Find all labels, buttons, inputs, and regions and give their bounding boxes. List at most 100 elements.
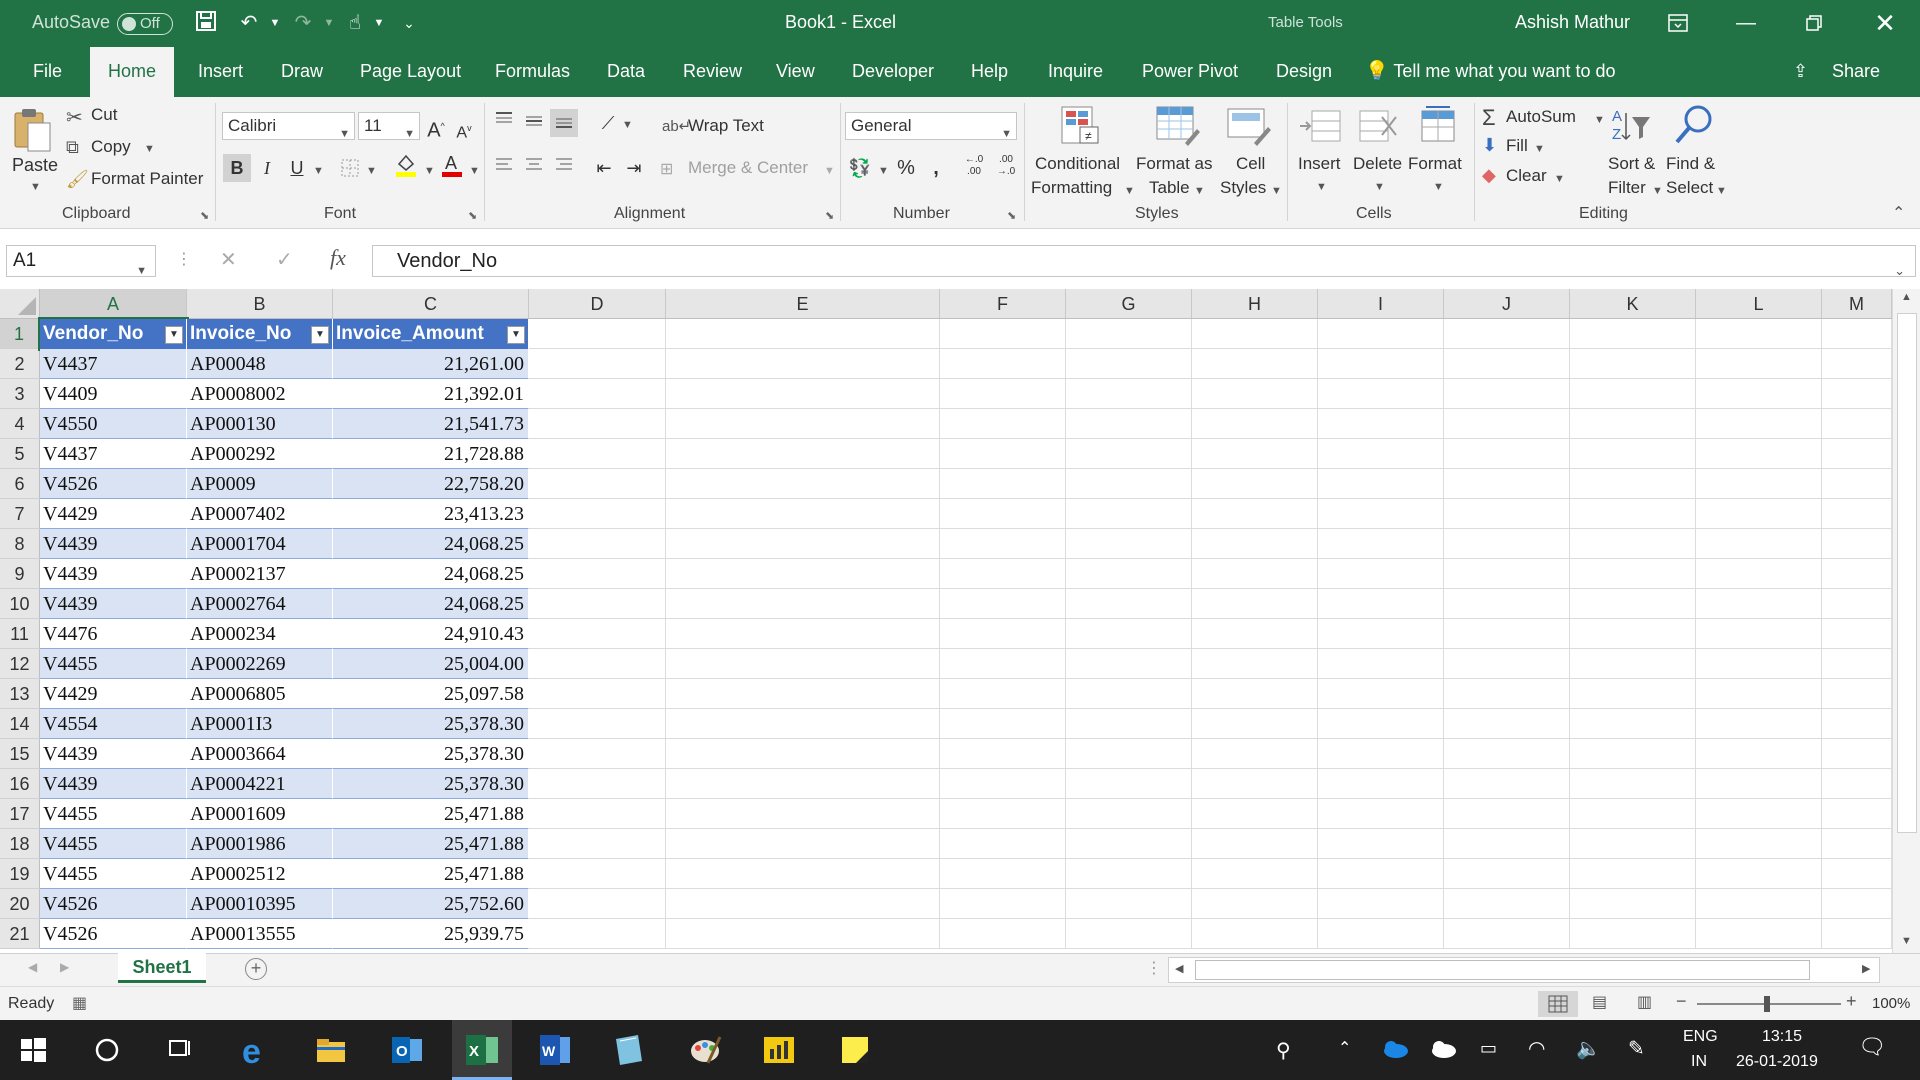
paste-dropdown-icon[interactable]: ▼ [30,181,41,193]
delete-cells-dropdown-icon[interactable]: ▼ [1374,181,1385,193]
cell-k1[interactable] [1570,319,1696,349]
column-header-h[interactable]: H [1192,289,1318,319]
insert-function-icon[interactable]: fx [330,245,346,271]
cell-e7[interactable] [666,499,940,529]
cell-styles-label-2[interactable]: Styles [1220,178,1266,198]
cell-l19[interactable] [1696,859,1822,889]
cell-k6[interactable] [1570,469,1696,499]
cell-l8[interactable] [1696,529,1822,559]
cell-l6[interactable] [1696,469,1822,499]
fill-color-dropdown-icon[interactable]: ▼ [424,165,435,177]
cell-g4[interactable] [1066,409,1192,439]
vertical-scrollbar[interactable]: ▲ ▼ [1892,289,1920,953]
cell-m20[interactable] [1822,889,1892,919]
table-cell-c12[interactable]: 25,004.00 [333,649,529,679]
table-cell-c20[interactable]: 25,752.60 [333,889,529,919]
cell-g21[interactable] [1066,919,1192,949]
table-cell-a10[interactable]: V4439 [40,589,187,619]
cell-m19[interactable] [1822,859,1892,889]
formula-input[interactable]: Vendor_No ⌄ [372,245,1916,278]
cell-i6[interactable] [1318,469,1444,499]
decrease-font-icon[interactable]: Av [450,114,478,142]
cell-i8[interactable] [1318,529,1444,559]
cell-m13[interactable] [1822,679,1892,709]
cell-m11[interactable] [1822,619,1892,649]
table-cell-c14[interactable]: 25,378.30 [333,709,529,739]
cell-f16[interactable] [940,769,1066,799]
cell-d4[interactable] [529,409,666,439]
orientation-dropdown-icon[interactable]: ▼ [622,119,633,131]
cut-button[interactable]: ✂ Cut [66,105,117,130]
row-header-10[interactable]: 10 [0,589,40,619]
cell-j21[interactable] [1444,919,1570,949]
close-icon[interactable]: ✕ [1855,0,1915,47]
number-launcher-icon[interactable]: ⬊ [1007,209,1016,222]
task-view-icon[interactable] [164,1033,200,1067]
vertical-scroll-thumb[interactable] [1897,313,1917,833]
cell-m10[interactable] [1822,589,1892,619]
cell-k3[interactable] [1570,379,1696,409]
tab-home[interactable]: Home [90,47,175,97]
table-cell-b19[interactable]: AP0002512 [187,859,333,889]
underline-icon[interactable]: U [283,154,311,182]
cell-h18[interactable] [1192,829,1318,859]
cell-e20[interactable] [666,889,940,919]
align-bottom-icon[interactable] [550,109,578,137]
cell-g5[interactable] [1066,439,1192,469]
cell-l4[interactable] [1696,409,1822,439]
minimize-icon[interactable]: — [1716,0,1776,47]
accounting-dropdown-icon[interactable]: ▼ [878,165,889,177]
underline-dropdown-icon[interactable]: ▼ [313,165,324,177]
cell-styles-label-1[interactable]: Cell [1236,154,1265,174]
cell-m16[interactable] [1822,769,1892,799]
cell-g17[interactable] [1066,799,1192,829]
row-header-16[interactable]: 16 [0,769,40,799]
horizontal-scrollbar[interactable]: ◀ ▶ [1168,957,1880,983]
sort-filter-dropdown-icon[interactable]: ▼ [1652,185,1663,197]
paste-button[interactable] [12,105,52,158]
row-header-3[interactable]: 3 [0,379,40,409]
cell-f20[interactable] [940,889,1066,919]
cell-j15[interactable] [1444,739,1570,769]
table-cell-c4[interactable]: 21,541.73 [333,409,529,439]
sort-filter-icon[interactable]: AZ [1610,105,1654,152]
power-bi-icon[interactable] [762,1033,798,1067]
table-cell-b18[interactable]: AP0001986 [187,829,333,859]
cell-styles-dropdown-icon[interactable]: ▼ [1271,185,1282,197]
cell-g10[interactable] [1066,589,1192,619]
share-button[interactable]: ⇪ Share [1793,47,1880,97]
table-cell-a18[interactable]: V4455 [40,829,187,859]
cell-g16[interactable] [1066,769,1192,799]
cell-i20[interactable] [1318,889,1444,919]
cell-h17[interactable] [1192,799,1318,829]
cell-d10[interactable] [529,589,666,619]
cell-f17[interactable] [940,799,1066,829]
save-icon[interactable] [193,10,219,36]
cell-g12[interactable] [1066,649,1192,679]
cell-k4[interactable] [1570,409,1696,439]
borders-dropdown-icon[interactable]: ▼ [366,165,377,177]
table-cell-b8[interactable]: AP0001704 [187,529,333,559]
cell-k7[interactable] [1570,499,1696,529]
find-select-label-2[interactable]: Select [1666,178,1713,198]
row-header-12[interactable]: 12 [0,649,40,679]
column-header-e[interactable]: E [666,289,940,319]
cell-h13[interactable] [1192,679,1318,709]
format-table-dropdown-icon[interactable]: ▼ [1194,185,1205,197]
cell-f3[interactable] [940,379,1066,409]
onedrive-personal-icon[interactable] [1428,1038,1464,1072]
cell-j19[interactable] [1444,859,1570,889]
cell-i19[interactable] [1318,859,1444,889]
table-cell-c7[interactable]: 23,413.23 [333,499,529,529]
cell-j12[interactable] [1444,649,1570,679]
cell-g2[interactable] [1066,349,1192,379]
cell-e3[interactable] [666,379,940,409]
cell-k2[interactable] [1570,349,1696,379]
cell-d6[interactable] [529,469,666,499]
tab-power-pivot[interactable]: Power Pivot [1140,47,1240,97]
format-cells-icon[interactable] [1416,103,1460,150]
cell-l21[interactable] [1696,919,1822,949]
cell-j10[interactable] [1444,589,1570,619]
cell-d21[interactable] [529,919,666,949]
table-cell-c6[interactable]: 22,758.20 [333,469,529,499]
